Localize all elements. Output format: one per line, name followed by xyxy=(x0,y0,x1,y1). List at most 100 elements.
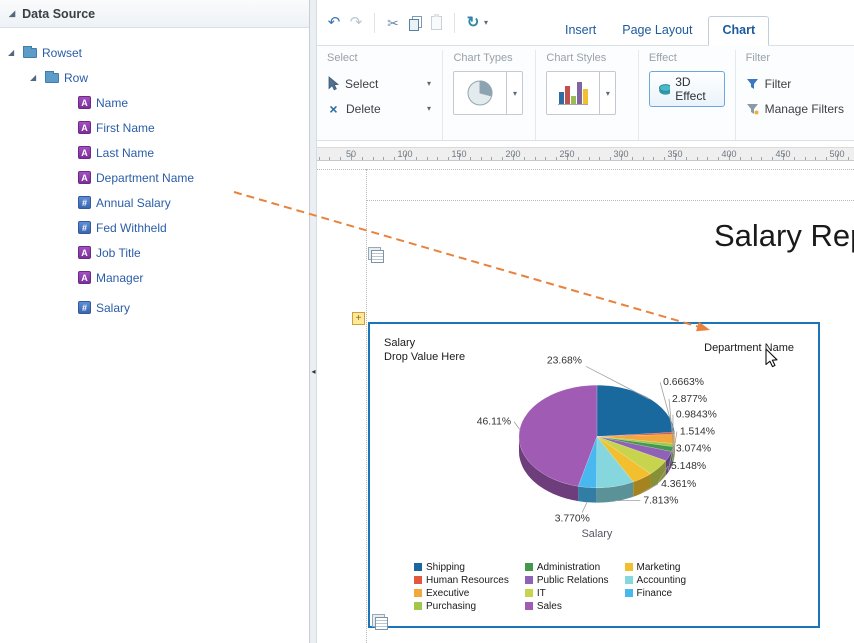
data-source-panel: ◢ Data Source ◢ Rowset ◢ Row A Name A First Nam… xyxy=(0,0,310,643)
panel-disclosure-icon[interactable]: ◢ xyxy=(9,9,15,18)
filter-button[interactable]: Filter xyxy=(746,71,844,96)
ruler-number: 500 xyxy=(829,149,844,159)
text-field-icon: A xyxy=(78,121,91,134)
manage-filters-button[interactable]: Manage Filters xyxy=(746,96,844,121)
number-field-icon: # xyxy=(78,196,91,209)
chart-move-handle[interactable]: + xyxy=(352,312,365,325)
tree-item-row[interactable]: ◢ Row xyxy=(0,65,309,90)
tree-item-label[interactable]: Rowset xyxy=(42,46,82,60)
ruler-number: 450 xyxy=(775,149,790,159)
chart-style-picker[interactable] xyxy=(546,71,600,115)
disclosure-icon[interactable]: ◢ xyxy=(30,73,40,82)
tree-item-fed-withheld[interactable]: #Fed Withheld xyxy=(0,215,309,240)
undo-icon[interactable]: ↶ xyxy=(323,15,345,30)
number-field-icon: # xyxy=(78,301,91,314)
chart-object[interactable]: 23.68%0.6663%2.877%0.9843%1.514%3.074%5.… xyxy=(368,322,820,628)
text-field-icon: A xyxy=(78,146,91,159)
group-title: Filter xyxy=(746,52,844,64)
chart-series-field-label[interactable]: Department Name xyxy=(704,342,794,354)
ribbon-tabs: InsertPage LayoutChart xyxy=(555,16,769,46)
group-title: Select xyxy=(327,52,432,64)
ruler-tick xyxy=(535,157,536,160)
tree-item-job-title[interactable]: A Job Title xyxy=(0,240,309,265)
tree-item-last-name[interactable]: A Last Name xyxy=(0,140,309,165)
tree-item-name[interactable]: A Name xyxy=(0,90,309,115)
ruler-tick xyxy=(610,157,611,160)
tree-item-label[interactable]: Row xyxy=(64,71,88,85)
tree-item-annual-salary[interactable]: # Annual Salary xyxy=(0,190,309,215)
disclosure-icon[interactable]: ◢ xyxy=(8,48,18,57)
chart-legend: ShippingHuman ResourcesExecutivePurchasi… xyxy=(414,562,686,611)
splitter-collapse-handle[interactable]: ◂ xyxy=(310,360,317,382)
tree-item-label[interactable]: Salary xyxy=(96,301,130,315)
repeating-section-icon[interactable] xyxy=(372,614,387,628)
tree-item-label[interactable]: Manager xyxy=(96,271,143,285)
repeating-section-icon[interactable] xyxy=(368,247,383,261)
horizontal-ruler: 50100150200250300350400450500 xyxy=(317,147,854,161)
report-title-text[interactable]: Salary Report xyxy=(714,218,854,254)
tree-item-manager[interactable]: AManager xyxy=(0,265,309,290)
ruler-tick xyxy=(502,157,503,160)
tree-item-label[interactable]: Last Name xyxy=(96,146,154,160)
tree-item-label[interactable]: First Name xyxy=(96,121,155,135)
page-margin-left xyxy=(366,169,367,643)
ruler-tick xyxy=(848,157,849,160)
preview-dropdown-icon[interactable]: ▾ xyxy=(484,18,488,27)
legend-swatch xyxy=(525,576,533,584)
text-field-icon: A xyxy=(78,246,91,259)
copy-icon[interactable] xyxy=(409,16,421,30)
tree-item-first-name[interactable]: A First Name xyxy=(0,115,309,140)
tab-chart[interactable]: Chart xyxy=(708,16,769,46)
legend-swatch xyxy=(414,563,422,571)
tree-item-department-name[interactable]: ADepartment Name xyxy=(0,165,309,190)
layout-canvas[interactable]: Salary Report + 23.68%0.6663%2.877%0.984… xyxy=(317,161,854,643)
pie-label-leader xyxy=(582,502,587,513)
select-dropdown-icon[interactable]: ▾ xyxy=(427,79,431,88)
tree-item-label[interactable]: Name xyxy=(96,96,128,110)
pie-percent-label: 5.148% xyxy=(671,461,706,472)
filter-funnel-icon xyxy=(746,78,759,90)
tree-item-salary[interactable]: # Salary xyxy=(0,295,309,320)
ruler-number: 150 xyxy=(451,149,466,159)
tree-item-label[interactable]: Fed Withheld xyxy=(96,221,167,235)
tab-page-layout[interactable]: Page Layout xyxy=(612,17,702,46)
filter-button-label: Filter xyxy=(765,77,792,91)
legend-swatch xyxy=(414,602,422,610)
text-field-icon: A xyxy=(78,96,91,109)
preview-refresh-icon[interactable]: ↻ xyxy=(462,15,484,30)
pie-chart-type-icon xyxy=(465,78,495,108)
ruler-tick xyxy=(653,157,654,160)
delete-button[interactable]: × Delete ▾ xyxy=(327,96,431,121)
ruler-tick xyxy=(664,157,665,160)
data-source-header: ◢ Data Source xyxy=(0,0,309,28)
panel-splitter[interactable] xyxy=(310,0,317,643)
chart-type-picker[interactable] xyxy=(453,71,507,115)
panel-title: Data Source xyxy=(22,7,95,21)
tree-item-label[interactable]: Department Name xyxy=(96,171,194,185)
tab-insert[interactable]: Insert xyxy=(555,17,606,46)
tree-item-label[interactable]: Annual Salary xyxy=(96,196,171,210)
ruler-tick xyxy=(751,157,752,160)
chart-type-dropdown-icon[interactable]: ▾ xyxy=(507,71,523,115)
group-title: Chart Types xyxy=(453,52,525,64)
chart-value-drop-zone[interactable]: Salary Drop Value Here xyxy=(384,336,465,364)
legend-label: Marketing xyxy=(637,562,681,573)
pie-percent-label: 0.6663% xyxy=(663,377,704,388)
tree-item-label[interactable]: Job Title xyxy=(96,246,141,260)
cut-icon[interactable]: ✂ xyxy=(382,16,404,30)
legend-swatch xyxy=(414,589,422,597)
effect-3d-button[interactable]: 3D Effect xyxy=(649,71,725,107)
tree-item-rowset[interactable]: ◢ Rowset xyxy=(0,40,309,65)
chart-style-dropdown-icon[interactable]: ▾ xyxy=(600,71,616,115)
legend-swatch xyxy=(525,563,533,571)
ruler-tick xyxy=(437,157,438,160)
group-title: Effect xyxy=(649,52,725,64)
pie-percent-label: 3.770% xyxy=(555,513,590,524)
ruler-tick xyxy=(556,157,557,160)
delete-dropdown-icon[interactable]: ▾ xyxy=(427,104,431,113)
select-button[interactable]: Select ▾ xyxy=(327,71,431,96)
legend-item-shipping: Shipping xyxy=(414,562,509,572)
legend-swatch xyxy=(525,602,533,610)
legend-label: Accounting xyxy=(637,575,686,586)
legend-label: Administration xyxy=(537,562,600,573)
